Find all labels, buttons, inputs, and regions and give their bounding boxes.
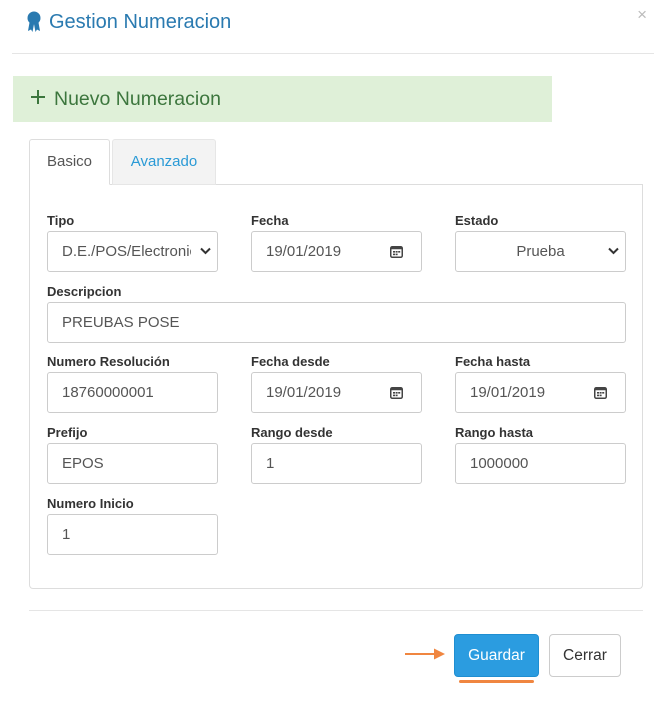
tipo-select[interactable]: D.E./POS/Electronica xyxy=(47,231,218,272)
fecha-hasta-value: 19/01/2019 xyxy=(470,384,546,401)
cancel-button[interactable]: Cerrar xyxy=(549,634,621,677)
fecha-hasta-input[interactable]: 19/01/2019 xyxy=(455,372,626,413)
rango-desde-label: Rango desde xyxy=(251,425,333,440)
tipo-value: D.E./POS/Electronica xyxy=(62,243,191,260)
fecha-desde-label: Fecha desde xyxy=(251,354,330,369)
numero-resolucion-value: 18760000001 xyxy=(62,384,154,401)
plus-icon xyxy=(31,90,45,104)
numero-resolucion-label: Numero Resolución xyxy=(47,354,170,369)
rango-hasta-input[interactable]: 1000000 xyxy=(455,443,626,484)
prefijo-value: EPOS xyxy=(62,455,104,472)
modal-header: Gestion Numeracion × xyxy=(12,0,654,54)
highlight-underline xyxy=(459,680,534,683)
fecha-desde-value: 19/01/2019 xyxy=(266,384,342,401)
calendar-icon[interactable] xyxy=(390,386,403,399)
fecha-label: Fecha xyxy=(251,213,289,228)
fecha-desde-input[interactable]: 19/01/2019 xyxy=(251,372,422,413)
modal-title: Gestion Numeracion xyxy=(49,11,232,33)
numero-resolucion-input[interactable]: 18760000001 xyxy=(47,372,218,413)
tab-bar: Basico Avanzado xyxy=(29,139,643,185)
fecha-input[interactable]: 19/01/2019 xyxy=(251,231,422,272)
rango-desde-input[interactable]: 1 xyxy=(251,443,422,484)
estado-label: Estado xyxy=(455,213,499,228)
rango-hasta-label: Rango hasta xyxy=(455,425,534,440)
tab-basico[interactable]: Basico xyxy=(29,139,110,185)
numero-inicio-value: 1 xyxy=(62,526,71,543)
save-button[interactable]: Guardar xyxy=(454,634,539,677)
descripcion-input[interactable]: PREUBAS POSE xyxy=(47,302,626,343)
descripcion-value: PREUBAS POSE xyxy=(62,314,180,331)
fecha-value: 19/01/2019 xyxy=(266,243,342,260)
close-icon[interactable]: × xyxy=(637,6,647,24)
footer-divider xyxy=(29,610,643,611)
new-numeracion-banner: Nuevo Numeracion xyxy=(13,76,552,122)
descripcion-label: Descripcion xyxy=(47,284,122,299)
arrow-right-icon xyxy=(405,648,445,660)
numero-inicio-input[interactable]: 1 xyxy=(47,514,218,555)
chevron-down-icon xyxy=(200,247,211,255)
numero-inicio-label: Numero Inicio xyxy=(47,496,134,511)
banner-label: Nuevo Numeracion xyxy=(54,88,221,110)
chevron-down-icon xyxy=(608,247,619,255)
tipo-label: Tipo xyxy=(47,213,75,228)
estado-select[interactable]: Prueba xyxy=(455,231,626,272)
rango-desde-value: 1 xyxy=(266,455,275,472)
tab-avanzado[interactable]: Avanzado xyxy=(112,139,216,185)
prefijo-label: Prefijo xyxy=(47,425,88,440)
award-ribbon-icon xyxy=(27,11,41,32)
calendar-icon[interactable] xyxy=(594,386,607,399)
calendar-icon[interactable] xyxy=(390,245,403,258)
fecha-hasta-label: Fecha hasta xyxy=(455,354,531,369)
estado-value: Prueba xyxy=(516,243,565,260)
rango-hasta-value: 1000000 xyxy=(470,455,529,472)
prefijo-input[interactable]: EPOS xyxy=(47,443,218,484)
